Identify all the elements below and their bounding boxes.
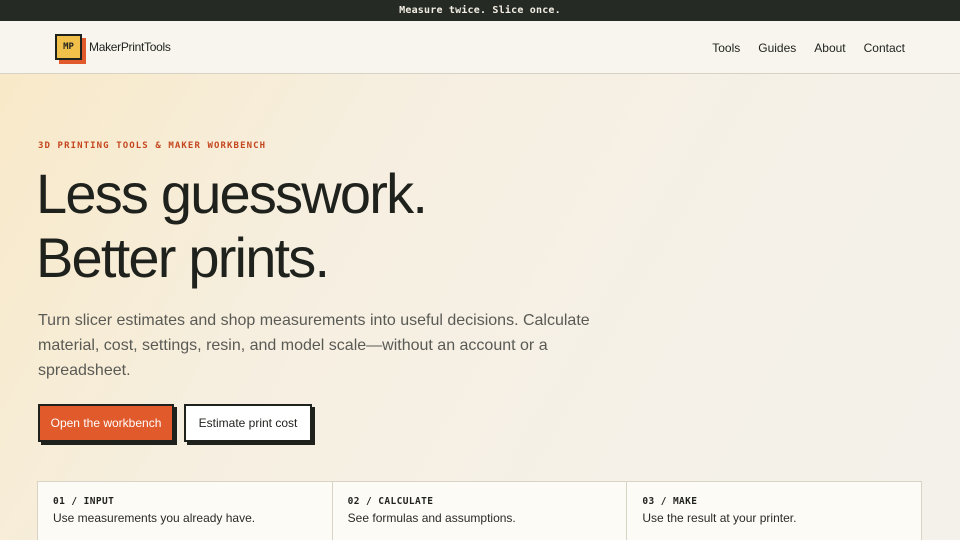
headline-line-2: Better prints.	[36, 226, 330, 289]
step-label: 01 / INPUT	[53, 496, 115, 507]
nav-link-guides[interactable]: Guides	[758, 41, 796, 55]
hero-eyebrow: 3D PRINTING TOOLS & MAKER WORKBENCH	[38, 141, 267, 151]
brand-logo-link[interactable]: MP MakerPrintTools	[55, 34, 171, 60]
nav-link-about[interactable]: About	[814, 41, 845, 55]
brand-name: MakerPrintTools	[89, 40, 171, 54]
step-text: Use the result at your printer.	[642, 511, 797, 525]
step-text: See formulas and assumptions.	[347, 511, 516, 525]
hero-headline: Less guesswork. Better prints.	[36, 162, 428, 290]
announcement-bar: Measure twice. Slice once.	[0, 0, 960, 21]
site-header: MP MakerPrintTools Tools Guides About Co…	[0, 21, 960, 74]
hero-description: Turn slicer estimates and shop measureme…	[38, 312, 590, 379]
step-card-calculate: 02 / CALCULATE See formulas and assumpti…	[333, 482, 628, 540]
logo-mark-icon: MP	[55, 34, 82, 60]
step-card-make: 03 / MAKE Use the result at your printer…	[627, 482, 921, 540]
nav-link-tools[interactable]: Tools	[712, 41, 740, 55]
hero-section: 3D PRINTING TOOLS & MAKER WORKBENCH Less…	[0, 74, 960, 540]
main-nav: Tools Guides About Contact	[694, 21, 905, 74]
headline-line-1: Less guesswork.	[36, 162, 428, 225]
open-workbench-button[interactable]: Open the workbench	[38, 404, 174, 442]
tagline-text: Measure twice. Slice once.	[399, 5, 561, 16]
estimate-print-cost-button[interactable]: Estimate print cost	[184, 404, 312, 442]
step-text: Use measurements you already have.	[53, 511, 256, 525]
nav-link-contact[interactable]: Contact	[864, 41, 905, 55]
step-label: 02 / CALCULATE	[347, 496, 434, 507]
step-label: 03 / MAKE	[642, 496, 698, 507]
step-card-input: 01 / INPUT Use measurements you already …	[38, 482, 333, 540]
steps-strip: 01 / INPUT Use measurements you already …	[37, 481, 922, 540]
